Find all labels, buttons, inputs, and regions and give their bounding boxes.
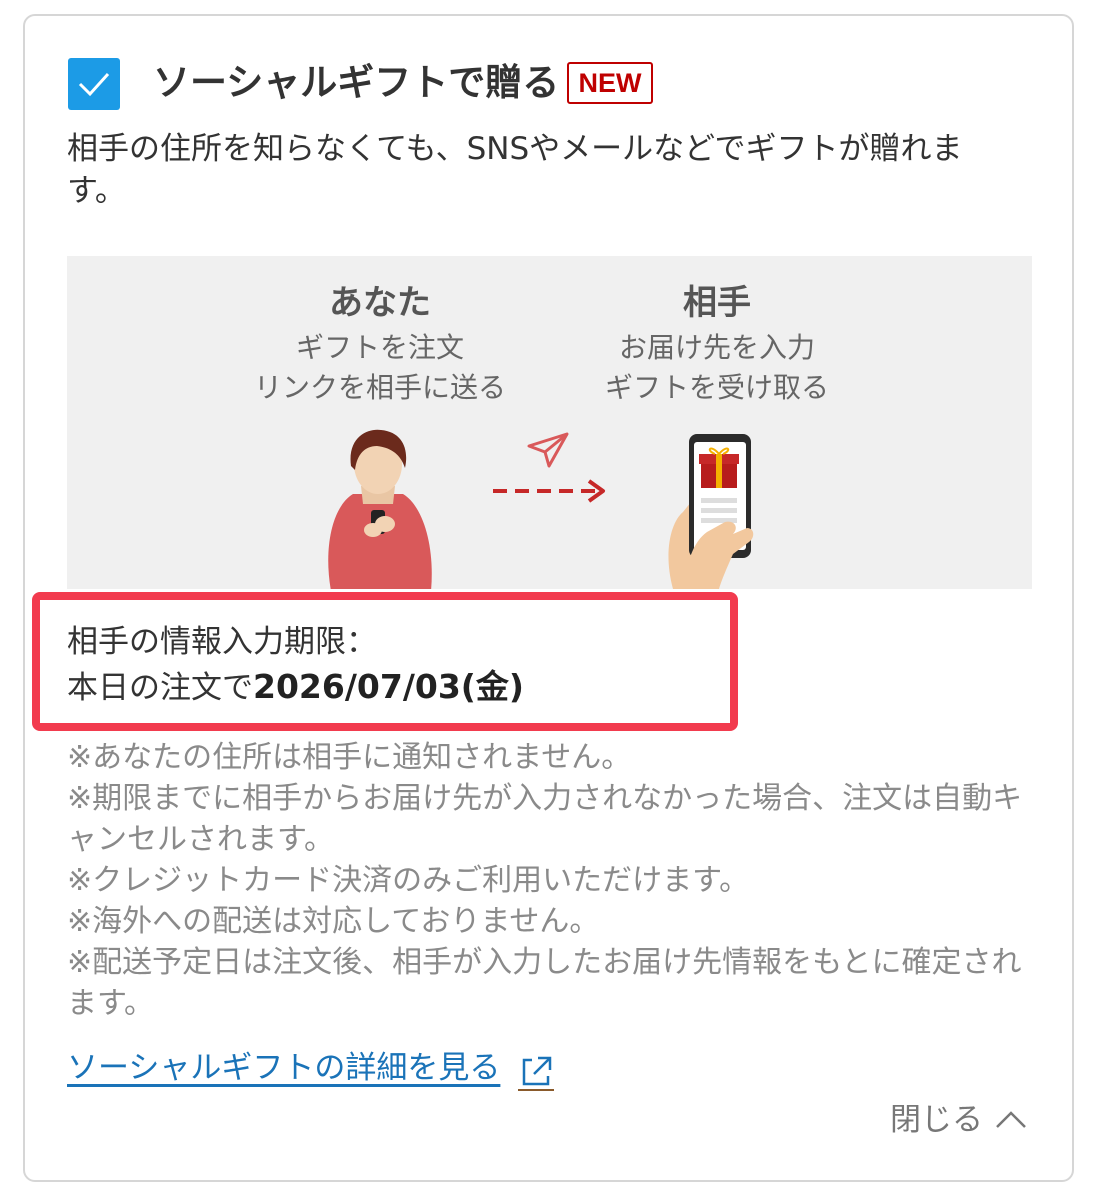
note-item: ※クレジットカード決済のみご利用いただけます。 bbox=[67, 863, 750, 898]
deadline-date: 2026/07/03(金) bbox=[253, 667, 524, 706]
paper-plane-icon bbox=[527, 432, 569, 468]
new-badge: NEW bbox=[567, 62, 653, 104]
you-step-2: リンクを相手に送る bbox=[253, 371, 506, 404]
deadline-prefix: 本日の注文で bbox=[67, 670, 253, 706]
close-label: 閉じる bbox=[890, 1102, 983, 1138]
partner-step-1: お届け先を入力 bbox=[618, 331, 815, 364]
deadline-value: 本日の注文で2026/07/03(金) bbox=[67, 664, 524, 711]
social-gift-checkbox[interactable] bbox=[68, 58, 120, 110]
checkmark-icon bbox=[78, 72, 110, 97]
note-item: ※あなたの住所は相手に通知されません。 bbox=[67, 740, 632, 775]
person-with-phone-icon bbox=[328, 429, 432, 589]
phone-with-gift-icon bbox=[668, 434, 754, 589]
partner-column: 相手 お届け先を入力 ギフトを受け取る bbox=[572, 278, 862, 408]
close-button[interactable]: 閉じる bbox=[890, 1098, 1026, 1142]
note-item: ※期限までに相手からお届け先が入力されなかった場合、注文は自動キャンセルされます… bbox=[67, 781, 1023, 857]
notes-list: ※あなたの住所は相手に通知されません。 ※期限までに相手からお届け先が入力されな… bbox=[67, 737, 1027, 1024]
social-gift-details-link[interactable]: ソーシャルギフトの詳細を見る bbox=[67, 1045, 500, 1091]
partner-heading: 相手 bbox=[683, 283, 751, 323]
chevron-up-icon bbox=[996, 1111, 1026, 1128]
option-description: 相手の住所を知らなくても、SNSやメールなどでギフトが贈れます。 bbox=[67, 131, 963, 209]
note-item: ※配送予定日は注文後、相手が入力したお届け先情報をもとに確定されます。 bbox=[67, 945, 1022, 1021]
option-title: ソーシャルギフトで贈る bbox=[153, 61, 560, 104]
you-column: あなた ギフトを注文 リンクを相手に送る bbox=[235, 278, 525, 408]
how-it-works-illustration: あなた ギフトを注文 リンクを相手に送る 相手 お届け先を入力 ギフトを受け取る bbox=[67, 256, 1032, 589]
you-heading: あなた bbox=[329, 283, 431, 323]
partner-step-2: ギフトを受け取る bbox=[604, 371, 829, 404]
external-link-underline bbox=[518, 1089, 554, 1091]
deadline-label: 相手の情報入力期限： bbox=[67, 624, 377, 660]
dashed-arrow-icon bbox=[493, 479, 605, 503]
external-link-icon[interactable] bbox=[518, 1052, 554, 1090]
you-step-1: ギフトを注文 bbox=[295, 331, 464, 364]
note-item: ※海外への配送は対応しておりません。 bbox=[67, 904, 600, 939]
